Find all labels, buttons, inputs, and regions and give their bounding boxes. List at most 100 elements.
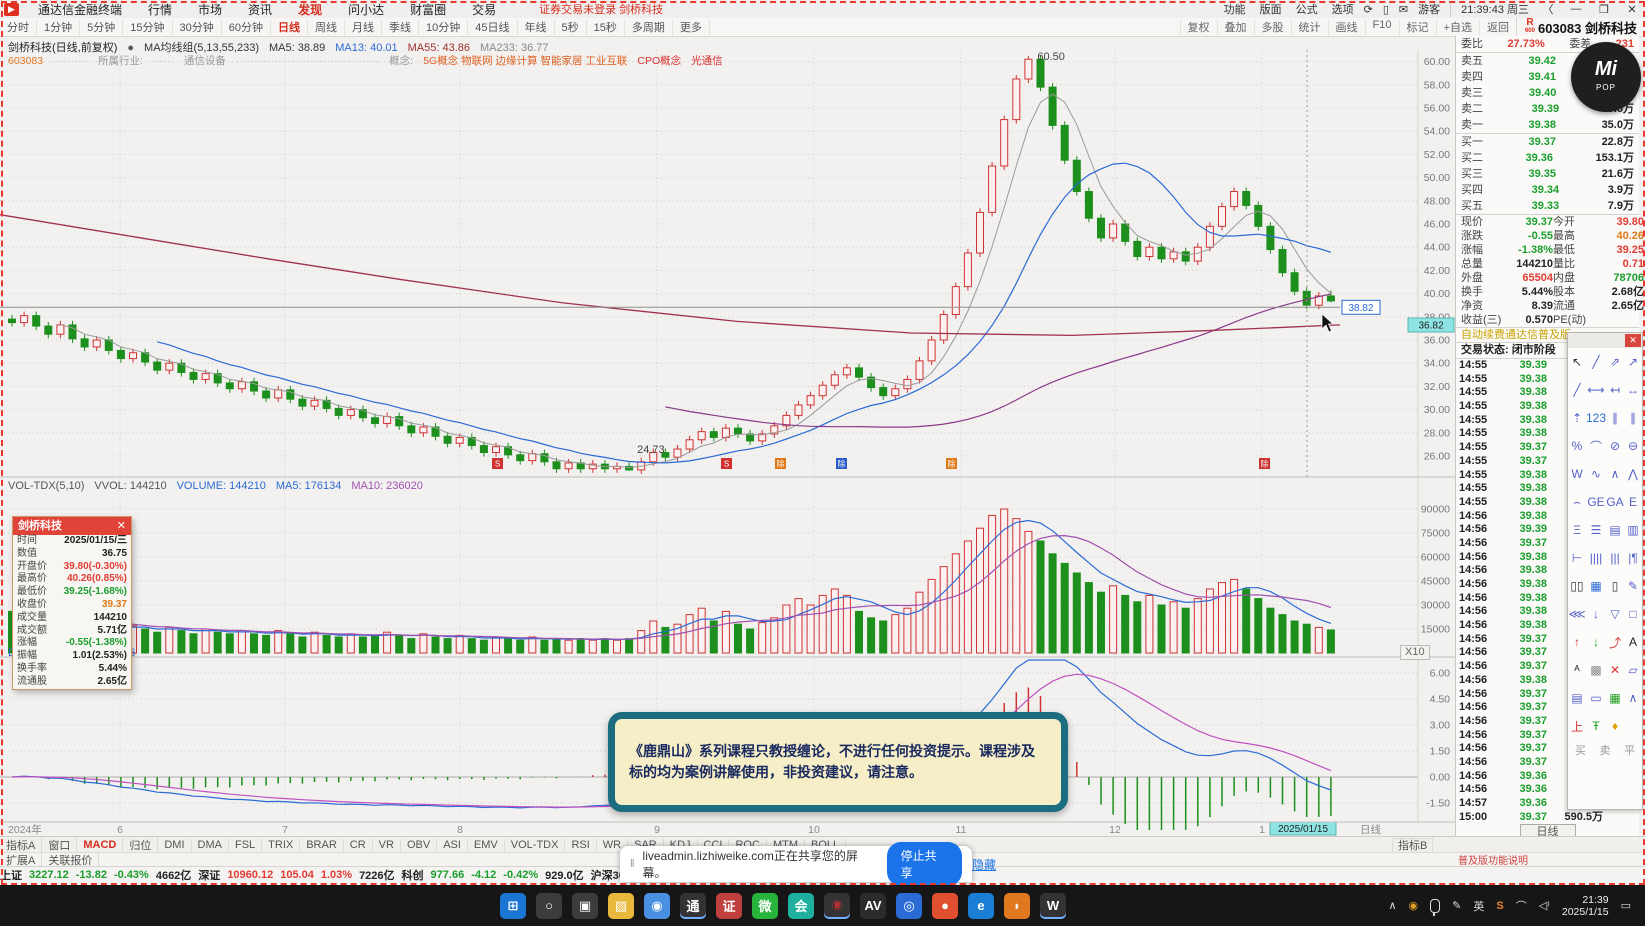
draw-tool-icon[interactable]: ↓ (1586, 600, 1606, 628)
tool-返回[interactable]: 返回 (1478, 19, 1516, 35)
taskbar-icon-tdx[interactable]: 通 (680, 892, 706, 919)
indicator-tab-RSI[interactable]: RSI (565, 839, 597, 851)
draw-tool-icon[interactable]: Ŧ (1586, 712, 1606, 740)
menu-item-资讯[interactable]: 资讯 (235, 1, 285, 18)
taskbar-icon-app-red[interactable]: 证 (716, 892, 742, 919)
period-10分钟[interactable]: 10分钟 (419, 19, 469, 35)
indicator-tab-指标A[interactable]: 指标A (0, 837, 43, 853)
draw-tool-icon[interactable]: ▩ (1586, 656, 1606, 684)
draw-tool-icon[interactable]: ▤ (1606, 516, 1624, 544)
indicator-tab-EMV[interactable]: EMV (468, 839, 505, 851)
hide-share-bar-link[interactable]: 隐藏 (972, 856, 996, 873)
draw-tool-icon[interactable]: ☰ (1586, 516, 1606, 544)
draw-tool-icon[interactable]: ✕ (1606, 656, 1624, 684)
taskbar-icon-task-view[interactable]: ▣ (572, 892, 598, 919)
draw-tool-icon[interactable]: ↑ (1568, 628, 1586, 656)
draw-tool-icon[interactable]: ⟷ (1586, 376, 1606, 404)
taskbar-icon-wechat[interactable]: 微 (752, 892, 778, 919)
ime-icon[interactable]: S (1496, 900, 1503, 912)
bid-level-row[interactable]: 买一 39.37 22.8万 (1456, 134, 1639, 150)
taskbar-icon-word[interactable]: W (1040, 892, 1066, 919)
indicator-tab-DMA[interactable]: DMA (192, 839, 229, 851)
minimize-button[interactable]: — (1567, 3, 1585, 15)
draw-tool-icon[interactable]: GE (1586, 488, 1606, 516)
bid-level-row[interactable]: 买三 39.35 21.6万 (1456, 166, 1639, 182)
draw-tool-icon[interactable]: 123 (1586, 404, 1606, 432)
palette-footer-买[interactable]: 买 (1575, 742, 1586, 758)
stock-code-badge[interactable]: R 600 603083 剑桥科技 (1515, 17, 1645, 37)
tool-叠加[interactable]: 叠加 (1216, 19, 1254, 35)
period-周线[interactable]: 周线 (308, 19, 345, 35)
draw-tool-icon[interactable]: ∥ (1606, 404, 1624, 432)
draw-tool-icon[interactable]: ∧ (1606, 460, 1624, 488)
draw-tool-icon[interactable]: ╱ (1586, 348, 1606, 376)
period-30分钟[interactable]: 30分钟 (173, 19, 222, 35)
draw-tool-icon[interactable]: ▤ (1568, 684, 1586, 712)
taskbar-icon-start[interactable]: ⊞ (500, 892, 526, 919)
draw-tool-icon[interactable]: ▦ (1606, 684, 1624, 712)
draw-tool-icon[interactable]: ⋘ (1568, 600, 1586, 628)
draw-tool-icon[interactable]: ∧ (1624, 684, 1642, 712)
indicator-tab-归位[interactable]: 归位 (123, 837, 159, 853)
draw-tool-icon[interactable]: □ (1624, 600, 1642, 628)
draw-tool-icon[interactable]: ⤴ (1606, 628, 1624, 656)
draw-tool-icon[interactable]: |||| (1586, 544, 1606, 572)
draw-tool-icon[interactable]: ∿ (1586, 460, 1606, 488)
menu-item-市场[interactable]: 市场 (185, 1, 235, 18)
indicator-tab-ASI[interactable]: ASI (437, 839, 468, 851)
draw-tool-icon[interactable]: ♦ (1606, 712, 1624, 740)
draw-tool-icon[interactable]: |¶ (1624, 544, 1642, 572)
draw-tool-icon[interactable]: ▽ (1606, 600, 1624, 628)
menu-item-交易[interactable]: 交易 (459, 1, 509, 18)
tool-F10[interactable]: F10 (1364, 19, 1399, 35)
tool-多股[interactable]: 多股 (1253, 19, 1291, 35)
period-15秒[interactable]: 15秒 (587, 19, 625, 35)
menu-item-发现[interactable]: 发现 (285, 1, 335, 18)
draw-tool-icon[interactable]: ▭ (1586, 684, 1606, 712)
language-indicator[interactable]: 英 (1473, 898, 1484, 914)
menu-item-行情[interactable]: 行情 (135, 1, 185, 18)
message-icon[interactable]: ⟳ (1364, 3, 1373, 16)
wifi-icon[interactable]: ⌒ (1516, 898, 1527, 914)
draw-tool-icon[interactable]: ↤ (1606, 376, 1624, 404)
draw-tool-icon[interactable]: W (1568, 460, 1586, 488)
bid-level-row[interactable]: 买五 39.33 7.9万 (1456, 198, 1639, 214)
taskbar-icon-app-blue[interactable]: ◎ (896, 892, 922, 919)
period-季线[interactable]: 季线 (382, 19, 419, 35)
draw-tool-icon[interactable]: ▦ (1586, 572, 1606, 600)
mail-icon[interactable]: ✉ (1399, 3, 1408, 16)
menu-item-通达信金融终端[interactable]: 通达信金融终端 (25, 1, 135, 18)
period-日线[interactable]: 日线 (271, 19, 308, 35)
draw-tool-icon[interactable]: ⊢ (1568, 544, 1586, 572)
indicator-tab-BRAR[interactable]: BRAR (300, 839, 344, 851)
draw-tool-icon[interactable]: ▱ (1624, 656, 1642, 684)
draw-tool-icon[interactable]: ⊖ (1624, 432, 1642, 460)
taskbar-icon-app-orange[interactable]: ● (932, 892, 958, 919)
tool-画线[interactable]: 画线 (1327, 19, 1365, 35)
taskbar-icon-app-teal[interactable]: 会 (788, 892, 814, 919)
draw-tool-icon[interactable]: ↔ (1624, 376, 1642, 404)
taskbar-clock[interactable]: 21:39 2025/1/15 (1562, 894, 1609, 918)
tool-统计[interactable]: 统计 (1290, 19, 1328, 35)
draw-tool-icon[interactable]: ✎ (1624, 572, 1642, 600)
draw-tool-icon[interactable]: ▯▯ (1568, 572, 1586, 600)
draw-tool-icon[interactable]: ▯ (1606, 572, 1624, 600)
draw-tool-icon[interactable]: % (1568, 432, 1586, 460)
stop-sharing-button[interactable]: 停止共享 (886, 842, 962, 886)
close-button[interactable]: ✕ (1623, 3, 1641, 16)
tray-chevron-icon[interactable]: ∧ (1388, 899, 1396, 912)
period-更多[interactable]: 更多 (673, 19, 710, 35)
draw-tool-icon[interactable]: ⌢ (1568, 488, 1586, 516)
menu-item-公式[interactable]: 公式 (1296, 1, 1318, 17)
restore-button[interactable]: ❐ (1595, 3, 1613, 16)
draw-tool-icon[interactable]: ᴬ (1568, 656, 1586, 684)
bid-level-row[interactable]: 买二 39.36 153.1万 (1456, 150, 1639, 166)
palette-close-icon[interactable]: ✕ (1625, 334, 1641, 347)
period-多周期[interactable]: 多周期 (625, 19, 673, 35)
volume-icon[interactable]: ◁⁾ (1539, 899, 1550, 912)
period-5秒[interactable]: 5秒 (555, 19, 587, 35)
period-15分钟[interactable]: 15分钟 (123, 19, 173, 35)
tool-+自选[interactable]: +自选 (1435, 19, 1479, 35)
draw-tool-icon[interactable]: ⇗ (1606, 348, 1624, 376)
period-1分钟[interactable]: 1分钟 (37, 19, 81, 35)
